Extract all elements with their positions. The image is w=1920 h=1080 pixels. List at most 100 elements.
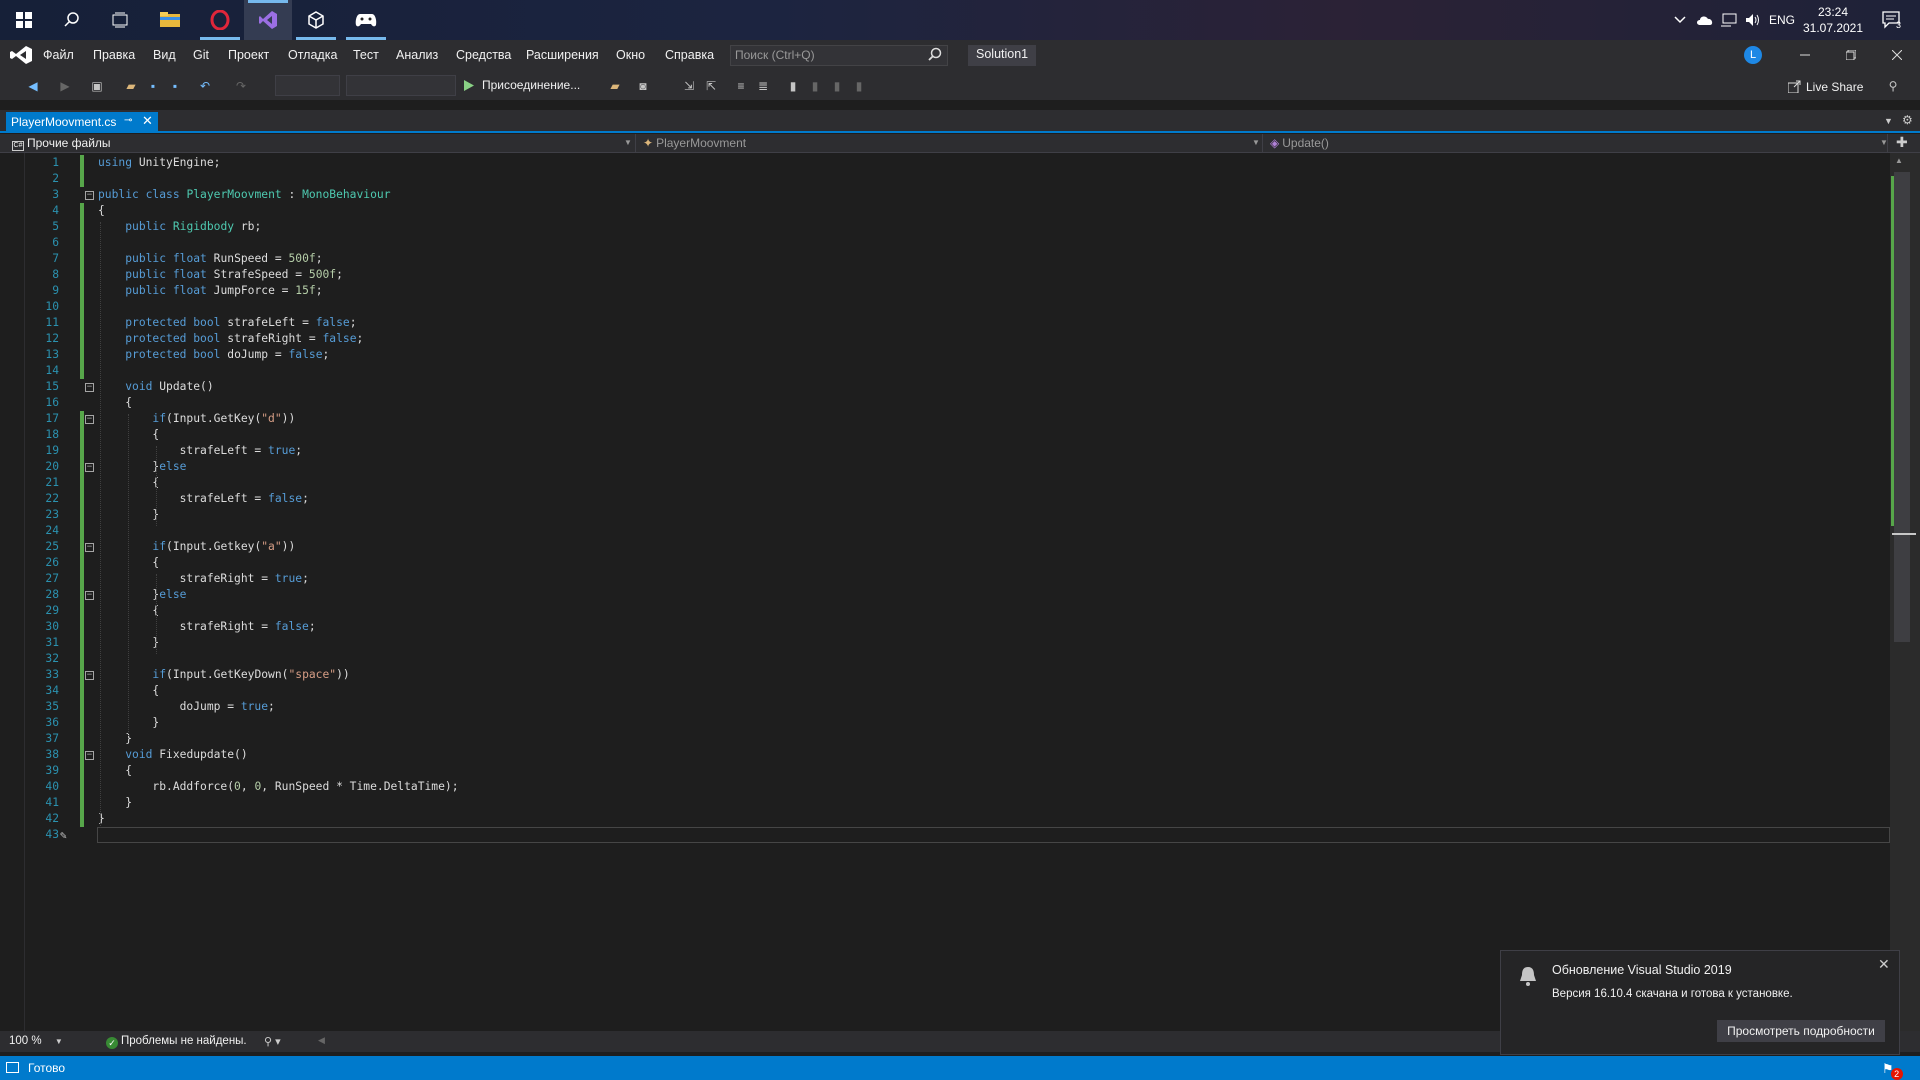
code-line[interactable]: 6 xyxy=(0,235,1890,251)
save-all-icon[interactable]: ▪ xyxy=(166,78,184,94)
code-line[interactable]: 3 − public class PlayerMoovment : MonoBeha… xyxy=(0,187,1890,203)
code-text[interactable]: }else xyxy=(98,587,186,603)
code-line[interactable]: 38 − void Fixedupdate() xyxy=(0,747,1890,763)
code-line[interactable]: 1 using UnityEngine; xyxy=(0,155,1890,171)
menu-view[interactable]: Вид xyxy=(153,48,176,62)
play-icon[interactable] xyxy=(464,80,474,94)
code-line[interactable]: 41 } xyxy=(0,795,1890,811)
code-text[interactable]: public class PlayerMoovment : MonoBehavi… xyxy=(98,187,391,203)
visual-studio-icon[interactable] xyxy=(244,0,292,40)
code-line[interactable]: 39 { xyxy=(0,763,1890,779)
code-text[interactable]: void Update() xyxy=(98,379,213,395)
settings-gear-icon[interactable]: ⚙ xyxy=(1902,113,1913,127)
collapse-icon[interactable]: − xyxy=(85,191,94,200)
code-text[interactable]: doJump = true; xyxy=(98,699,275,715)
menu-extensions[interactable]: Расширения xyxy=(526,48,599,62)
search-icon[interactable] xyxy=(48,0,96,40)
code-line[interactable]: 12 protected bool strafeRight = false; xyxy=(0,331,1890,347)
search-input[interactable]: Поиск (Ctrl+Q) xyxy=(730,45,948,66)
search-icon[interactable] xyxy=(928,47,942,64)
code-text[interactable]: public float RunSpeed = 500f; xyxy=(98,251,322,267)
code-text[interactable]: protected bool strafeLeft = false; xyxy=(98,315,356,331)
menu-window[interactable]: Окно xyxy=(616,48,645,62)
step-into-icon[interactable]: ⇲ xyxy=(680,78,698,94)
code-text[interactable]: }else xyxy=(98,459,186,475)
menu-tools[interactable]: Средства xyxy=(456,48,511,62)
network-icon[interactable] xyxy=(1718,0,1740,40)
code-line[interactable]: 15 − void Update() xyxy=(0,379,1890,395)
close-tab-icon[interactable]: ✕ xyxy=(142,113,153,129)
output-window-icon[interactable] xyxy=(6,1062,19,1076)
bookmark-icon[interactable]: ▮ xyxy=(784,78,802,94)
code-line[interactable]: 22 strafeLeft = false; xyxy=(0,491,1890,507)
system-clock[interactable]: 23:24 31.07.2021 xyxy=(1798,4,1868,36)
code-line[interactable]: 32 xyxy=(0,651,1890,667)
collapse-icon[interactable]: − xyxy=(85,463,94,472)
menu-test[interactable]: Тест xyxy=(353,48,379,62)
code-text[interactable]: protected bool strafeRight = false; xyxy=(98,331,363,347)
task-view-icon[interactable] xyxy=(96,0,144,40)
code-cleanup-icon[interactable]: ⚲ ▾ xyxy=(264,1035,281,1048)
account-avatar[interactable]: L xyxy=(1744,46,1762,64)
chevron-down-icon[interactable]: ▼ xyxy=(624,138,632,147)
new-project-icon[interactable]: ▣ xyxy=(88,78,106,94)
file-explorer-icon[interactable] xyxy=(146,0,194,40)
code-line[interactable]: 13 protected bool doJump = false; xyxy=(0,347,1890,363)
code-text[interactable]: { xyxy=(98,203,105,219)
code-text[interactable]: public float StrafeSpeed = 500f; xyxy=(98,267,343,283)
code-text[interactable]: { xyxy=(98,763,132,779)
code-lines[interactable]: 1 using UnityEngine; 2 3− public class Pla… xyxy=(0,155,1890,843)
member-dropdown[interactable]: ◈ Update() xyxy=(1266,134,1888,153)
next-bookmark-icon[interactable]: ▮ xyxy=(828,78,846,94)
scroll-left-icon[interactable]: ◀ xyxy=(318,1035,325,1046)
code-line[interactable]: 30 strafeRight = false; xyxy=(0,619,1890,635)
restore-icon[interactable] xyxy=(1828,40,1874,70)
chevron-down-icon[interactable]: ▼ xyxy=(1880,138,1888,147)
menu-git[interactable]: Git xyxy=(193,48,209,62)
code-text[interactable]: { xyxy=(98,395,132,411)
tray-chevron-icon[interactable] xyxy=(1668,0,1692,40)
platform-dropdown[interactable] xyxy=(346,75,456,96)
outdent-icon[interactable]: ≣ xyxy=(754,78,772,94)
tab-player-moovment[interactable]: PlayerMoovment.cs xyxy=(6,112,158,132)
menu-project[interactable]: Проект xyxy=(228,48,269,62)
split-window-icon[interactable]: ✚ xyxy=(1896,134,1908,151)
screenshot-icon[interactable]: ◙ xyxy=(634,78,652,94)
collapse-icon[interactable]: − xyxy=(85,591,94,600)
menu-edit[interactable]: Правка xyxy=(93,48,135,62)
tab-list-dropdown-icon[interactable]: ▼ xyxy=(1884,116,1893,126)
volume-icon[interactable] xyxy=(1742,0,1764,40)
scroll-up-icon[interactable]: ▲ xyxy=(1895,156,1903,165)
view-details-button[interactable]: Просмотреть подробности xyxy=(1717,1020,1885,1042)
code-line[interactable]: 5 public Rigidbody rb; xyxy=(0,219,1890,235)
collapse-icon[interactable]: − xyxy=(85,383,94,392)
code-line[interactable]: 31 } xyxy=(0,635,1890,651)
code-line[interactable]: 10 xyxy=(0,299,1890,315)
close-icon[interactable] xyxy=(1874,40,1920,70)
action-center-icon[interactable]: 3 xyxy=(1872,0,1912,40)
code-line[interactable]: 40 rb.Addforce(0, 0, RunSpeed * Time.Del… xyxy=(0,779,1890,795)
code-text[interactable]: strafeRight = true; xyxy=(98,571,309,587)
code-line[interactable]: 36 } xyxy=(0,715,1890,731)
issues-indicator[interactable]: ✓ Проблемы не найдены. xyxy=(106,1035,247,1049)
collapse-icon[interactable]: − xyxy=(85,543,94,552)
prev-bookmark-icon[interactable]: ▮ xyxy=(806,78,824,94)
clear-bookmarks-icon[interactable]: ▮ xyxy=(850,78,868,94)
code-line[interactable]: 25− if(Input.Getkey("a")) xyxy=(0,539,1890,555)
collapse-icon[interactable]: − xyxy=(85,671,94,680)
project-dropdown[interactable]: C# Прочие файлы xyxy=(8,134,636,153)
code-line[interactable]: 16 { xyxy=(0,395,1890,411)
code-text[interactable]: void Fixedupdate() xyxy=(98,747,247,763)
code-line[interactable]: 43 ✎ xyxy=(0,827,1890,843)
class-dropdown[interactable]: ✦ PlayerMoovment xyxy=(639,134,1263,153)
redo-icon[interactable]: ↷ xyxy=(232,78,250,94)
windows-start-icon[interactable] xyxy=(0,0,48,40)
menu-analyze[interactable]: Анализ xyxy=(396,48,438,62)
zoom-dropdown[interactable]: 100 % ▼ xyxy=(9,1035,63,1047)
edit-pencil-icon[interactable]: ✎ xyxy=(60,828,67,844)
feedback-icon[interactable]: ⚲ xyxy=(1884,78,1902,94)
code-text[interactable]: strafeRight = false; xyxy=(98,619,316,635)
code-text[interactable]: strafeLeft = false; xyxy=(98,491,309,507)
code-line[interactable]: 35 doJump = true; xyxy=(0,699,1890,715)
code-line[interactable]: 24 xyxy=(0,523,1890,539)
